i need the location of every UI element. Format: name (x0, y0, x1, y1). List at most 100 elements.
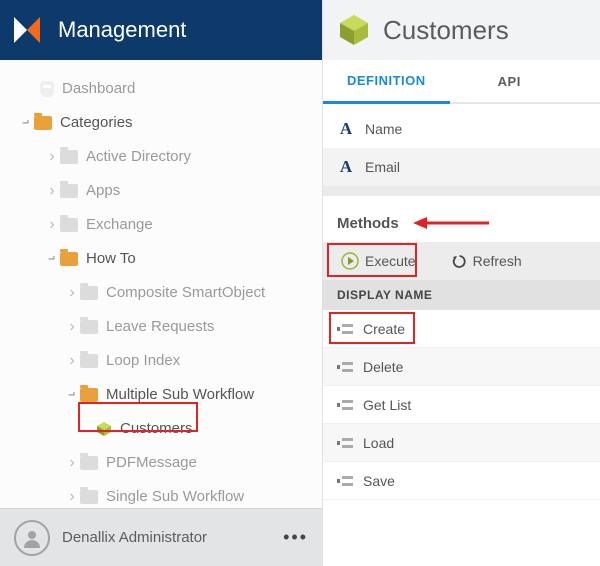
cube-icon (337, 13, 371, 47)
nav-composite[interactable]: Composite SmartObject (12, 276, 316, 310)
column-label: DISPLAY NAME (337, 288, 432, 302)
refresh-button[interactable]: Refresh (444, 249, 530, 273)
caret-right-icon (44, 140, 60, 174)
caret-right-icon (64, 344, 80, 378)
spacer (323, 186, 600, 196)
nav-label: Active Directory (86, 140, 191, 174)
method-label: Save (363, 473, 395, 489)
folder-icon (60, 218, 78, 232)
execute-button[interactable]: Execute (333, 248, 424, 274)
caret-right-icon (44, 174, 60, 208)
tab-label: API (498, 74, 521, 89)
sidebar-header: Management (0, 0, 322, 60)
field-email[interactable]: A Email (323, 148, 600, 186)
nav-apps[interactable]: Apps (12, 174, 316, 208)
method-icon (337, 399, 353, 411)
text-field-icon: A (337, 157, 355, 177)
tab-bar: DEFINITION API (323, 60, 600, 104)
sidebar: Management Dashboard Categories Active D… (0, 0, 322, 566)
field-name[interactable]: A Name (323, 110, 600, 148)
main-header: Customers (323, 0, 600, 60)
method-label: Get List (363, 397, 411, 413)
caret-right-icon (64, 446, 80, 480)
method-label: Load (363, 435, 394, 451)
text-field-icon: A (337, 119, 355, 139)
nav-categories[interactable]: Categories (12, 106, 316, 140)
folder-icon (34, 116, 52, 130)
nav-customers[interactable]: Customers (12, 412, 316, 446)
nav-single[interactable]: Single Sub Workflow (12, 480, 316, 508)
nav-label: Single Sub Workflow (106, 480, 244, 508)
caret-right-icon (44, 208, 60, 242)
more-button[interactable]: ••• (283, 527, 308, 548)
tab-definition[interactable]: DEFINITION (323, 60, 450, 104)
nav-multiple[interactable]: Multiple Sub Workflow (12, 378, 316, 412)
methods-label: Methods (337, 215, 399, 232)
nav-exchange[interactable]: Exchange (12, 208, 316, 242)
fields-list: A Name A Email (323, 104, 600, 196)
nav-pdf[interactable]: PDFMessage (12, 446, 316, 480)
user-name: Denallix Administrator (62, 529, 271, 546)
button-label: Execute (365, 253, 416, 269)
folder-icon (80, 456, 98, 470)
nav-dashboard[interactable]: Dashboard (12, 72, 316, 106)
method-save[interactable]: Save (323, 462, 600, 500)
avatar-icon[interactable] (14, 520, 50, 556)
method-icon (337, 323, 353, 335)
tab-api[interactable]: API (474, 60, 545, 102)
nav-label: PDFMessage (106, 446, 197, 480)
tab-label: DEFINITION (347, 73, 426, 88)
folder-icon (60, 150, 78, 164)
user-bar: Denallix Administrator ••• (0, 508, 322, 566)
method-icon (337, 361, 353, 373)
field-label: Name (365, 121, 402, 137)
caret-expanded-icon (18, 106, 34, 140)
caret-expanded-icon (64, 378, 80, 412)
folder-icon (80, 388, 98, 402)
method-icon (337, 437, 353, 449)
caret-right-icon (64, 480, 80, 508)
methods-toolbar: Execute Refresh (323, 242, 600, 280)
nav-tree: Dashboard Categories Active Directory Ap… (0, 60, 322, 508)
app-logo-icon (10, 13, 44, 47)
nav-label: How To (86, 242, 136, 276)
nav-label: Apps (86, 174, 120, 208)
methods-heading: Methods (323, 196, 600, 242)
nav-label: Categories (60, 106, 133, 140)
method-create[interactable]: Create (323, 310, 600, 348)
nav-label: Multiple Sub Workflow (106, 378, 254, 412)
main-panel: Customers DEFINITION API A Name A Email … (322, 0, 600, 566)
caret-right-icon (64, 276, 80, 310)
method-icon (337, 475, 353, 487)
folder-icon (80, 320, 98, 334)
nav-how-to[interactable]: How To (12, 242, 316, 276)
caret-expanded-icon (44, 242, 60, 276)
refresh-icon (452, 254, 467, 269)
method-delete[interactable]: Delete (323, 348, 600, 386)
folder-icon (80, 286, 98, 300)
method-getlist[interactable]: Get List (323, 386, 600, 424)
nav-label: Customers (120, 412, 193, 446)
cube-icon (96, 421, 112, 437)
method-load[interactable]: Load (323, 424, 600, 462)
arrow-annotation-icon (411, 214, 491, 232)
folder-icon (80, 490, 98, 504)
methods-column-header: DISPLAY NAME (323, 280, 600, 310)
folder-icon (80, 354, 98, 368)
nav-label: Composite SmartObject (106, 276, 265, 310)
sidebar-title: Management (58, 17, 186, 43)
play-icon (341, 252, 359, 270)
nav-label: Dashboard (62, 72, 135, 106)
caret-right-icon (64, 310, 80, 344)
nav-leave[interactable]: Leave Requests (12, 310, 316, 344)
nav-label: Leave Requests (106, 310, 214, 344)
method-label: Create (363, 321, 405, 337)
method-label: Delete (363, 359, 403, 375)
button-label: Refresh (473, 253, 522, 269)
folder-icon (60, 252, 78, 266)
page-title: Customers (383, 15, 509, 46)
folder-icon (60, 184, 78, 198)
nav-loop[interactable]: Loop Index (12, 344, 316, 378)
nav-label: Loop Index (106, 344, 180, 378)
nav-active-directory[interactable]: Active Directory (12, 140, 316, 174)
